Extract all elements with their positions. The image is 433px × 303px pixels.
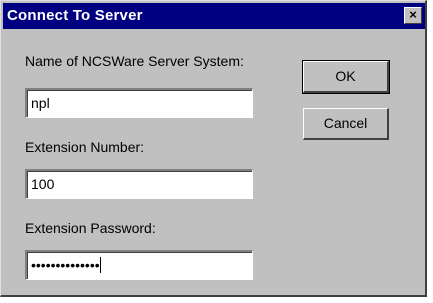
extension-password-label: Extension Password: bbox=[25, 220, 156, 236]
extension-number-label: Extension Number: bbox=[25, 139, 145, 155]
extension-number-field[interactable]: 100 bbox=[25, 169, 253, 199]
server-name-value: npl bbox=[31, 95, 50, 111]
ok-button-label: OK bbox=[335, 68, 356, 84]
dialog-title: Connect To Server bbox=[7, 7, 143, 24]
close-icon: × bbox=[409, 7, 417, 22]
connect-dialog: Connect To Server × Name of NCSWare Serv… bbox=[0, 0, 427, 297]
extension-password-field[interactable]: •••••••••••••• bbox=[25, 250, 253, 280]
extension-number-value: 100 bbox=[31, 176, 55, 192]
close-button[interactable]: × bbox=[404, 7, 422, 24]
server-name-field[interactable]: npl bbox=[25, 88, 253, 118]
cancel-button[interactable]: Cancel bbox=[303, 108, 389, 140]
ok-button[interactable]: OK bbox=[302, 60, 390, 94]
title-bar[interactable]: Connect To Server × bbox=[3, 3, 425, 29]
cancel-button-label: Cancel bbox=[323, 115, 368, 131]
server-name-label: Name of NCSWare Server System: bbox=[25, 53, 244, 69]
extension-password-value: •••••••••••••• bbox=[31, 257, 100, 273]
text-caret bbox=[99, 257, 101, 273]
